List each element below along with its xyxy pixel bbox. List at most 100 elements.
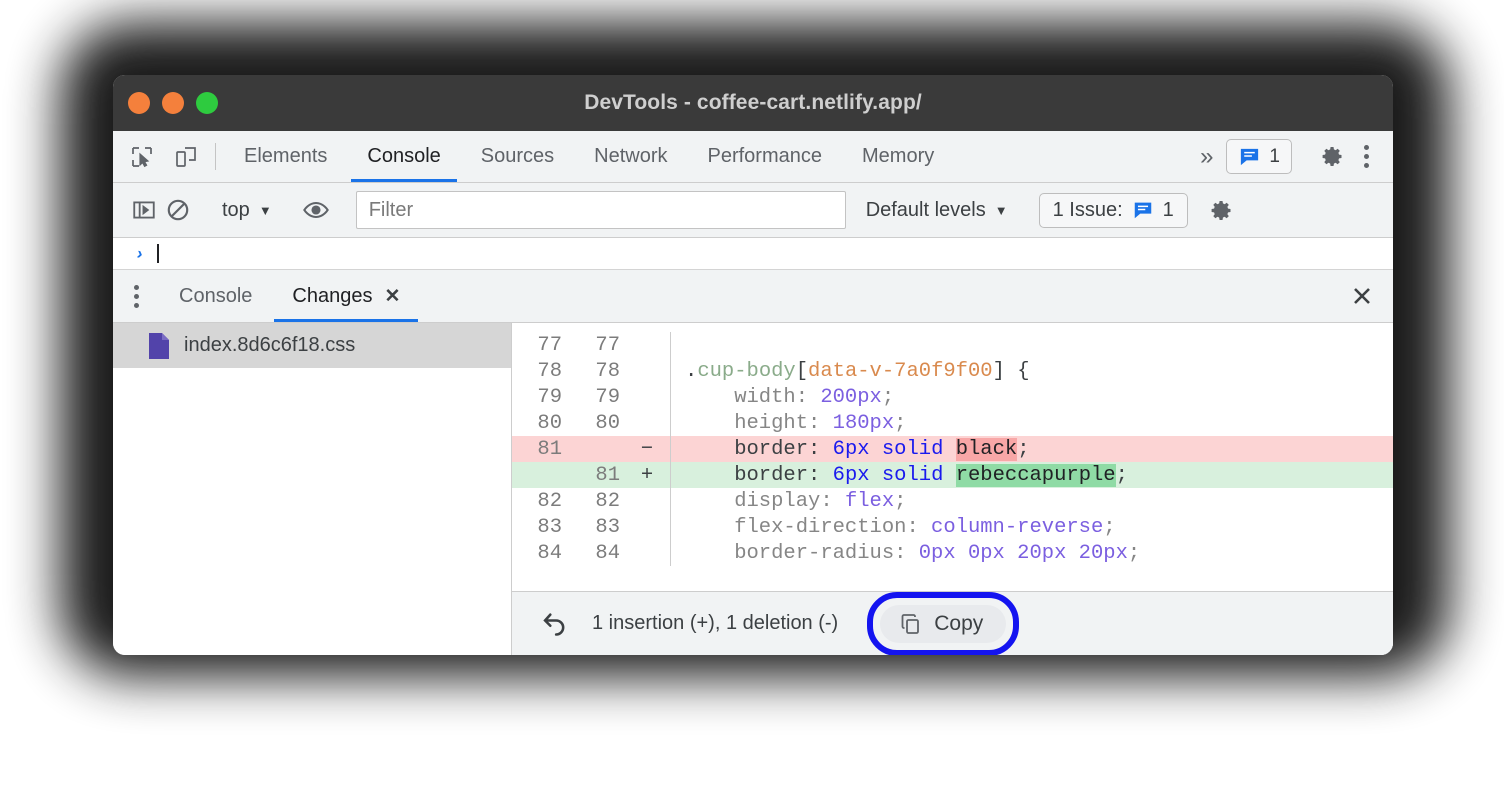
copy-button-label: Copy — [934, 612, 983, 636]
inspect-cursor-icon[interactable] — [127, 142, 157, 172]
code-token: ; — [894, 412, 906, 435]
code-token: 180px — [833, 412, 895, 435]
diff-line-context: 8383 flex-direction: column-reverse; — [512, 514, 1393, 540]
code-token: : — [808, 438, 833, 461]
diff-new-line-number: 82 — [582, 490, 624, 513]
diff-line-context: 82 82 display: flex; — [512, 488, 1393, 514]
diff-line-context: 8080 height: 180px; — [512, 410, 1393, 436]
diff-old-line-number: 82 — [524, 490, 566, 513]
code-token: : — [820, 490, 845, 513]
window-title: DevTools - coffee-cart.netlify.app/ — [113, 91, 1393, 115]
log-levels-selector[interactable]: Default levels ▼ — [852, 199, 1022, 222]
drawer-tab-label: Console — [179, 285, 252, 308]
diff-new-line-number: 83 — [582, 516, 624, 539]
tab-sources[interactable]: Sources — [461, 131, 574, 182]
tab-memory[interactable]: Memory — [842, 131, 954, 182]
code-token: : — [894, 542, 919, 565]
changed-files-list: index.8d6c6f18.css — [113, 323, 512, 655]
code-token: border — [685, 464, 808, 487]
code-token: data-v-7a0f9f00 — [808, 360, 993, 383]
diff-marker: − — [624, 438, 670, 461]
tab-network[interactable]: Network — [574, 131, 687, 182]
changes-panel: index.8d6c6f18.css 77777878.cup-body[dat… — [113, 323, 1393, 655]
more-tabs-icon[interactable]: » — [1188, 143, 1222, 171]
diff-line-context: 8484 border-radius: 0px 0px 20px 20px; — [512, 540, 1393, 566]
log-levels-label: Default levels — [866, 199, 986, 222]
tab-label: Memory — [862, 145, 934, 168]
more-options-icon[interactable] — [113, 270, 159, 322]
code-token: black — [956, 438, 1018, 461]
diff-code: width: 200px; — [670, 384, 1393, 410]
live-expression-icon[interactable] — [299, 193, 333, 227]
diff-code: height: 180px; — [670, 410, 1393, 436]
close-drawer-button[interactable] — [1331, 270, 1393, 322]
tab-elements[interactable]: Elements — [224, 131, 347, 182]
drawer-tab-label: Changes — [292, 285, 372, 308]
tabbar-divider — [215, 143, 216, 170]
panel-tabs: Elements Console Sources Network Perform… — [224, 131, 954, 182]
issues-badge-count: 1 — [1269, 146, 1280, 168]
close-tab-icon[interactable]: ✕ — [384, 285, 400, 308]
code-token: 6px — [833, 438, 870, 461]
issues-counter-label: 1 Issue: — [1053, 199, 1123, 222]
code-token: border — [685, 438, 808, 461]
diff-new-line-number: 77 — [582, 334, 624, 357]
code-token: ; — [882, 386, 894, 409]
diff-new-line-number: 78 — [582, 360, 624, 383]
devtools-tabbar: Elements Console Sources Network Perform… — [113, 131, 1393, 183]
console-prompt-row[interactable]: › — [113, 238, 1393, 270]
code-token: flex — [845, 490, 894, 513]
issue-message-icon — [1132, 199, 1154, 221]
tab-label: Console — [367, 145, 440, 168]
chevron-down-icon: ▼ — [259, 203, 272, 218]
issues-badge-button[interactable]: 1 — [1226, 139, 1292, 174]
code-token — [943, 464, 955, 487]
device-toolbar-icon[interactable] — [171, 142, 201, 172]
console-toolbar: top ▼ Filter Default levels ▼ 1 Issue: — [113, 183, 1393, 238]
code-token: ; — [1128, 542, 1140, 565]
drawer-tab-changes[interactable]: Changes ✕ — [272, 270, 420, 322]
filter-input[interactable]: Filter — [356, 191, 846, 229]
chevron-down-icon: ▼ — [995, 203, 1008, 218]
diff-old-line-number: 77 — [524, 334, 566, 357]
clear-console-icon[interactable] — [161, 193, 195, 227]
gear-icon[interactable] — [1317, 142, 1347, 172]
code-token — [943, 438, 955, 461]
undo-icon[interactable] — [538, 607, 572, 641]
tab-label: Elements — [244, 145, 327, 168]
code-token: ; — [894, 490, 906, 513]
code-token: column-reverse — [931, 516, 1103, 539]
screenshot-root: DevTools - coffee-cart.netlify.app/ — [0, 0, 1504, 804]
dots-glyph — [1364, 145, 1369, 168]
close-icon — [1350, 284, 1374, 308]
code-token: 6px — [833, 464, 870, 487]
diff-code: border: 6px solid black; — [670, 436, 1393, 462]
devtools-drawer: Console Changes ✕ — [113, 270, 1393, 655]
code-token: rebeccapurple — [956, 464, 1116, 487]
code-token: flex-direction — [685, 516, 906, 539]
code-token: display — [685, 490, 820, 513]
code-token: border-radius — [685, 542, 894, 565]
drawer-tab-console[interactable]: Console — [159, 270, 272, 322]
copy-button[interactable]: Copy — [880, 605, 1006, 643]
tab-console[interactable]: Console — [347, 131, 460, 182]
code-token: cup-body — [697, 360, 795, 383]
code-token: . — [685, 360, 697, 383]
code-token: solid — [882, 438, 944, 461]
copy-button-wrapper: Copy — [880, 605, 1006, 643]
diff-old-line-number: 78 — [524, 360, 566, 383]
tab-performance[interactable]: Performance — [688, 131, 843, 182]
issues-counter-button[interactable]: 1 Issue: 1 — [1039, 193, 1188, 228]
gear-icon[interactable] — [1205, 193, 1239, 227]
execution-context-selector[interactable]: top ▼ — [212, 199, 282, 222]
tabbar-left-icons — [113, 131, 207, 182]
execution-context-label: top — [222, 199, 250, 222]
vertical-dots-icon[interactable] — [1351, 142, 1381, 172]
list-item[interactable]: index.8d6c6f18.css — [113, 323, 511, 368]
diff-lines: 77777878.cup-body[data-v-7a0f9f00] {7979… — [512, 323, 1393, 591]
diff-line-insertion: 81+ border: 6px solid rebeccapurple; — [512, 462, 1393, 488]
devtools-window: DevTools - coffee-cart.netlify.app/ — [113, 75, 1393, 655]
diff-old-line-number: 79 — [524, 386, 566, 409]
show-console-sidebar-icon[interactable] — [127, 193, 161, 227]
diff-old-line-number: 84 — [524, 542, 566, 565]
